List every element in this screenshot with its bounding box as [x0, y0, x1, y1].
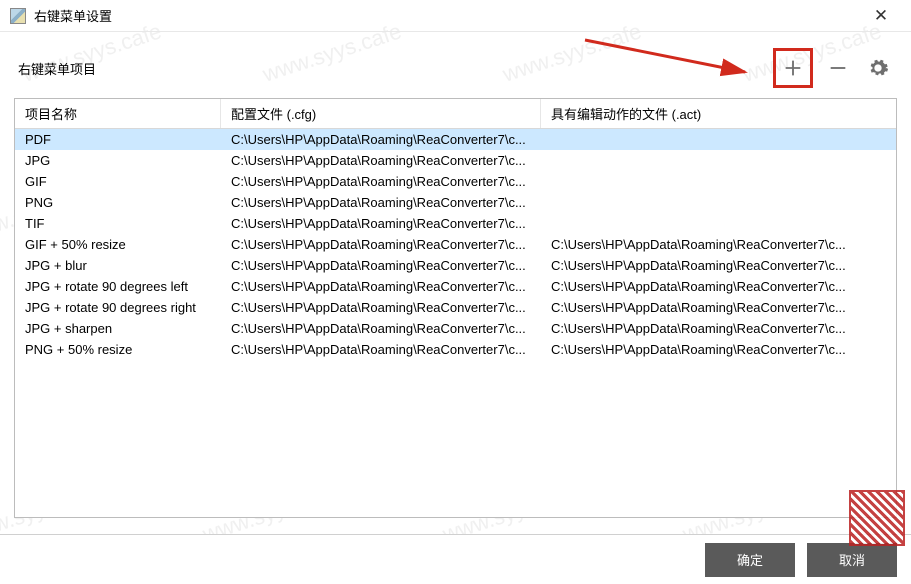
table-header: 项目名称 配置文件 (.cfg) 具有编辑动作的文件 (.act): [15, 99, 896, 129]
table-row[interactable]: GIF + 50% resizeC:\Users\HP\AppData\Roam…: [15, 234, 896, 255]
cell-act: [541, 129, 896, 150]
cell-cfg: C:\Users\HP\AppData\Roaming\ReaConverter…: [221, 339, 541, 360]
cancel-button[interactable]: 取消: [807, 543, 897, 577]
table-row[interactable]: JPG + blurC:\Users\HP\AppData\Roaming\Re…: [15, 255, 896, 276]
table-row[interactable]: PNGC:\Users\HP\AppData\Roaming\ReaConver…: [15, 192, 896, 213]
cell-cfg: C:\Users\HP\AppData\Roaming\ReaConverter…: [221, 276, 541, 297]
cell-act: C:\Users\HP\AppData\Roaming\ReaConverter…: [541, 276, 896, 297]
cell-act: C:\Users\HP\AppData\Roaming\ReaConverter…: [541, 234, 896, 255]
cell-name: JPG + rotate 90 degrees left: [15, 276, 221, 297]
settings-button[interactable]: [863, 53, 893, 83]
remove-button[interactable]: [823, 53, 853, 83]
table-row[interactable]: JPG + rotate 90 degrees rightC:\Users\HP…: [15, 297, 896, 318]
close-button[interactable]: ✕: [861, 2, 901, 30]
cell-name: GIF + 50% resize: [15, 234, 221, 255]
minus-icon: [827, 57, 849, 79]
cell-cfg: C:\Users\HP\AppData\Roaming\ReaConverter…: [221, 234, 541, 255]
table-row[interactable]: PNG + 50% resizeC:\Users\HP\AppData\Roam…: [15, 339, 896, 360]
table-row[interactable]: PDFC:\Users\HP\AppData\Roaming\ReaConver…: [15, 129, 896, 150]
cell-name: TIF: [15, 213, 221, 234]
app-icon: [10, 8, 26, 24]
col-cfg[interactable]: 配置文件 (.cfg): [221, 99, 541, 128]
col-act[interactable]: 具有编辑动作的文件 (.act): [541, 99, 896, 128]
add-button-highlight: [773, 48, 813, 88]
items-table: 项目名称 配置文件 (.cfg) 具有编辑动作的文件 (.act) PDFC:\…: [14, 98, 897, 518]
cell-act: C:\Users\HP\AppData\Roaming\ReaConverter…: [541, 318, 896, 339]
cell-act: C:\Users\HP\AppData\Roaming\ReaConverter…: [541, 339, 896, 360]
table-row[interactable]: GIFC:\Users\HP\AppData\Roaming\ReaConver…: [15, 171, 896, 192]
col-name[interactable]: 项目名称: [15, 99, 221, 128]
cell-name: PNG + 50% resize: [15, 339, 221, 360]
cell-act: [541, 213, 896, 234]
cell-name: JPG: [15, 150, 221, 171]
cell-act: [541, 192, 896, 213]
add-button[interactable]: [778, 53, 808, 83]
toolbar: 右键菜单项目: [0, 32, 911, 94]
ok-button[interactable]: 确定: [705, 543, 795, 577]
cell-act: C:\Users\HP\AppData\Roaming\ReaConverter…: [541, 255, 896, 276]
table-row[interactable]: JPG + sharpenC:\Users\HP\AppData\Roaming…: [15, 318, 896, 339]
cell-cfg: C:\Users\HP\AppData\Roaming\ReaConverter…: [221, 192, 541, 213]
cell-name: JPG + sharpen: [15, 318, 221, 339]
gear-icon: [867, 57, 889, 79]
cell-act: [541, 171, 896, 192]
cell-cfg: C:\Users\HP\AppData\Roaming\ReaConverter…: [221, 129, 541, 150]
table-row[interactable]: JPGC:\Users\HP\AppData\Roaming\ReaConver…: [15, 150, 896, 171]
cell-cfg: C:\Users\HP\AppData\Roaming\ReaConverter…: [221, 318, 541, 339]
cell-act: [541, 150, 896, 171]
cell-cfg: C:\Users\HP\AppData\Roaming\ReaConverter…: [221, 150, 541, 171]
cell-name: JPG + blur: [15, 255, 221, 276]
plus-icon: [782, 57, 804, 79]
window-title: 右键菜单设置: [34, 6, 861, 25]
table-row[interactable]: TIFC:\Users\HP\AppData\Roaming\ReaConver…: [15, 213, 896, 234]
cell-name: JPG + rotate 90 degrees right: [15, 297, 221, 318]
cell-cfg: C:\Users\HP\AppData\Roaming\ReaConverter…: [221, 297, 541, 318]
table-row[interactable]: JPG + rotate 90 degrees leftC:\Users\HP\…: [15, 276, 896, 297]
cell-name: PNG: [15, 192, 221, 213]
close-icon: ✕: [874, 6, 888, 26]
footer: 确定 取消: [0, 534, 911, 584]
cell-name: GIF: [15, 171, 221, 192]
cell-act: C:\Users\HP\AppData\Roaming\ReaConverter…: [541, 297, 896, 318]
cell-cfg: C:\Users\HP\AppData\Roaming\ReaConverter…: [221, 213, 541, 234]
cell-cfg: C:\Users\HP\AppData\Roaming\ReaConverter…: [221, 255, 541, 276]
section-label: 右键菜单项目: [18, 59, 773, 78]
cell-name: PDF: [15, 129, 221, 150]
titlebar: 右键菜单设置 ✕: [0, 0, 911, 32]
cell-cfg: C:\Users\HP\AppData\Roaming\ReaConverter…: [221, 171, 541, 192]
